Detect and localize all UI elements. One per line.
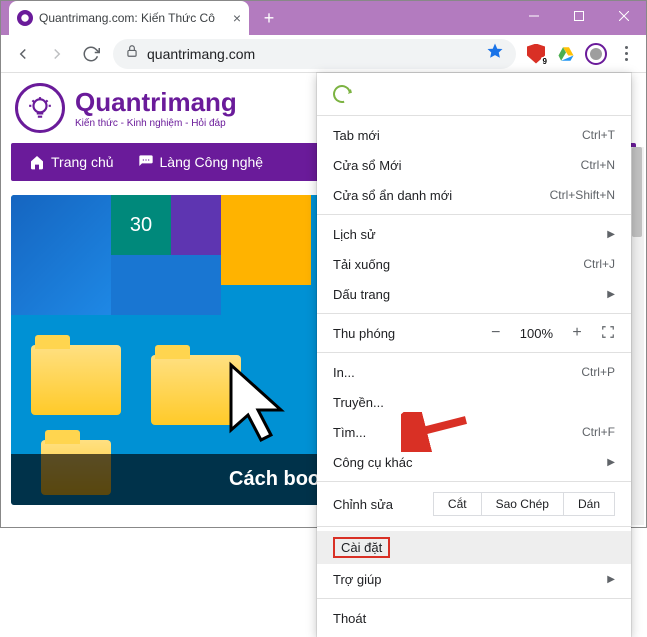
minimize-button[interactable] [511, 1, 556, 31]
reload-button[interactable] [75, 38, 107, 70]
menu-separator [317, 481, 631, 482]
kebab-icon [625, 46, 628, 61]
home-icon [29, 154, 45, 170]
nav-tech-label: Làng Công nghệ [160, 154, 264, 170]
menu-separator [317, 526, 631, 527]
menu-help[interactable]: Trợ giúp▶ [317, 564, 631, 594]
browser-titlebar: Quantrimang.com: Kiến Thức Cô × + [1, 1, 646, 35]
maximize-button[interactable] [556, 1, 601, 31]
menu-print[interactable]: In...Ctrl+P [317, 357, 631, 387]
site-logo-text[interactable]: Quantrimang Kiến thức - Kinh nghiệm - Hỏ… [75, 87, 237, 129]
new-tab-button[interactable]: + [255, 4, 283, 32]
forward-button[interactable] [41, 38, 73, 70]
close-tab-icon[interactable]: × [233, 10, 241, 26]
menu-more-tools[interactable]: Công cụ khác▶ [317, 447, 631, 477]
profile-button[interactable] [582, 40, 610, 68]
adblock-extension-icon[interactable]: 9 [522, 40, 550, 68]
browser-tab[interactable]: Quantrimang.com: Kiến Thức Cô × [9, 1, 249, 35]
nav-home[interactable]: Trang chủ [19, 146, 124, 178]
menu-new-tab[interactable]: Tab mớiCtrl+T [317, 120, 631, 150]
browser-toolbar: quantrimang.com 9 [1, 35, 646, 73]
menu-cast[interactable]: Truyền... [317, 387, 631, 417]
vertical-scrollbar[interactable] [630, 147, 644, 525]
edit-cut-button[interactable]: Cắt [433, 492, 482, 516]
zoom-in-button[interactable]: + [567, 324, 587, 342]
zoom-out-button[interactable]: − [486, 324, 506, 342]
back-button[interactable] [7, 38, 39, 70]
chevron-right-icon: ▶ [607, 229, 615, 240]
shield-badge: 9 [541, 57, 549, 67]
menu-bookmarks[interactable]: Dấu trang▶ [317, 279, 631, 309]
menu-separator [317, 598, 631, 599]
chevron-right-icon: ▶ [607, 289, 615, 300]
tile-image [11, 195, 111, 315]
tile-wide [111, 255, 221, 315]
avatar-icon [585, 43, 607, 65]
tile-app [171, 195, 221, 255]
close-window-button[interactable] [601, 1, 646, 31]
tab-favicon [17, 10, 33, 26]
folder-icon [31, 345, 121, 415]
menu-separator [317, 352, 631, 353]
menu-separator [317, 115, 631, 116]
menu-history[interactable]: Lịch sử▶ [317, 219, 631, 249]
zoom-value: 100% [520, 326, 553, 341]
nav-home-label: Trang chủ [51, 154, 114, 170]
lock-icon [125, 44, 139, 63]
nav-tech[interactable]: Làng Công nghệ [128, 146, 274, 178]
address-bar[interactable]: quantrimang.com [113, 39, 516, 69]
bookmark-star-icon[interactable] [486, 42, 504, 65]
menu-find[interactable]: Tìm...Ctrl+F [317, 417, 631, 447]
scrollbar-thumb[interactable] [632, 147, 642, 237]
menu-separator [317, 313, 631, 314]
menu-edit: Chỉnh sửa Cắt Sao Chép Dán [317, 486, 631, 522]
menu-zoom: Thu phóng − 100% + [317, 318, 631, 348]
menu-exit[interactable]: Thoát [317, 603, 631, 633]
menu-header-icon [317, 77, 631, 111]
cursor-illustration [226, 360, 296, 450]
window-controls [511, 1, 646, 31]
tile-yellow [221, 195, 311, 285]
menu-separator [317, 214, 631, 215]
url-text: quantrimang.com [147, 46, 478, 62]
brand-name: Quantrimang [75, 87, 237, 118]
tab-title: Quantrimang.com: Kiến Thức Cô [39, 11, 227, 25]
menu-settings[interactable]: Cài đặt [317, 531, 631, 564]
tile-calendar: 30 [111, 195, 171, 255]
drive-extension-icon[interactable] [552, 40, 580, 68]
chat-icon [138, 154, 154, 170]
edit-copy-button[interactable]: Sao Chép [481, 492, 564, 516]
chevron-right-icon: ▶ [607, 457, 615, 468]
site-logo-icon[interactable] [15, 83, 65, 133]
menu-new-window[interactable]: Cửa sổ MớiCtrl+N [317, 150, 631, 180]
chevron-right-icon: ▶ [607, 574, 615, 585]
menu-incognito[interactable]: Cửa sổ ẩn danh mớiCtrl+Shift+N [317, 180, 631, 210]
menu-downloads[interactable]: Tải xuốngCtrl+J [317, 249, 631, 279]
chrome-menu-button[interactable] [612, 40, 640, 68]
edit-paste-button[interactable]: Dán [563, 492, 615, 516]
chrome-main-menu: Tab mớiCtrl+T Cửa sổ MớiCtrl+N Cửa sổ ẩn… [317, 73, 631, 637]
fullscreen-button[interactable] [601, 325, 615, 342]
brand-tagline: Kiến thức - Kinh nghiệm - Hỏi đáp [75, 118, 237, 129]
